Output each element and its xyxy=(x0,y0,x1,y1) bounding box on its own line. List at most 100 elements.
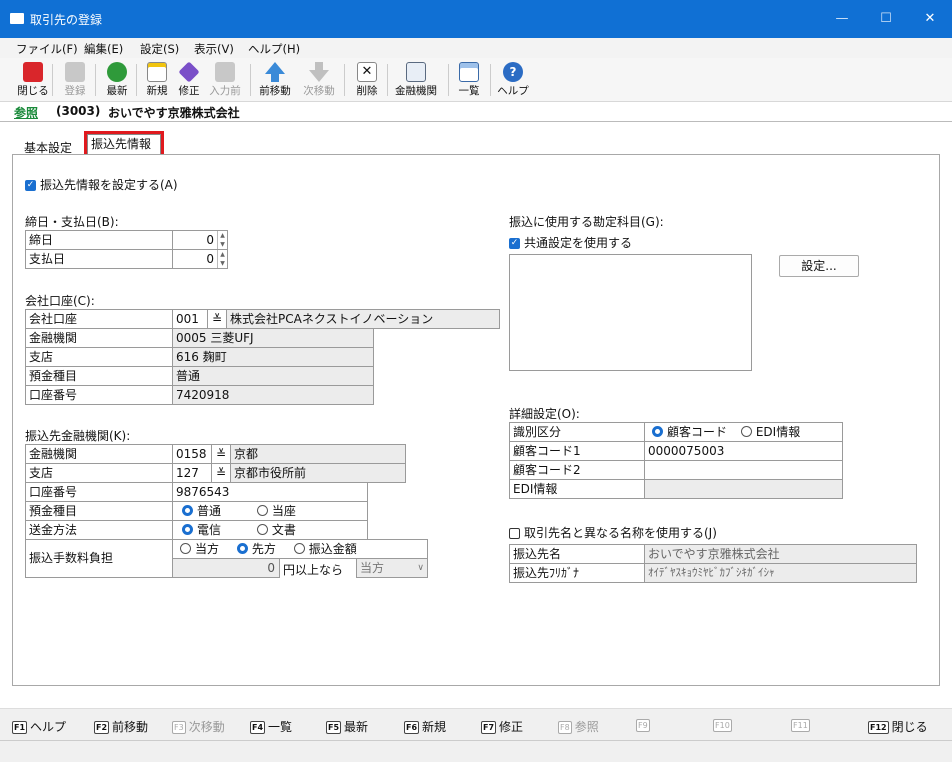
company-account-name: 株式会社PCAネクストイノベーション xyxy=(226,309,500,329)
payment-day-label: 支払日 xyxy=(25,249,173,269)
list-button[interactable]: 一覧 xyxy=(452,60,486,100)
payee-account-input[interactable]: 9876543 xyxy=(172,482,368,502)
customer-code2-input[interactable] xyxy=(644,460,843,480)
payee-bank-code[interactable]: 0158 xyxy=(172,444,212,464)
company-branch-value: 616 麹町 xyxy=(172,347,374,367)
fee-our-side-radio[interactable]: 当方 xyxy=(180,542,219,556)
payee-name-input[interactable]: おいでやす京雅株式会社 xyxy=(644,544,917,564)
close-icon xyxy=(23,62,43,82)
company-account-label: 会社口座 xyxy=(25,309,173,329)
fkey-f10[interactable]: F10 xyxy=(713,718,735,732)
transfer-method-label: 送金方法 xyxy=(25,520,173,540)
toolbar-separator xyxy=(490,64,491,96)
maximize-button[interactable]: ☐ xyxy=(864,0,908,38)
close-button[interactable]: 閉じる xyxy=(16,60,50,100)
fee-select[interactable]: 当方 ∨ xyxy=(356,558,428,578)
method-document-radio[interactable]: 文書 xyxy=(256,523,296,537)
spinner-icon[interactable]: ▲ ▼ xyxy=(217,231,227,249)
subject-settings-button[interactable]: 設定... xyxy=(779,255,859,277)
bank-button[interactable]: 金融機関 xyxy=(394,60,438,100)
refresh-button[interactable]: 最新 xyxy=(100,60,134,100)
toolbar-separator xyxy=(136,64,137,96)
up-arrow-icon xyxy=(265,62,285,82)
deposit-ordinary-radio[interactable]: 普通 xyxy=(182,504,221,518)
fee-amount-radio[interactable]: 振込金額 xyxy=(293,542,357,556)
edit-button[interactable]: 修正 xyxy=(172,60,206,100)
app-icon xyxy=(10,13,24,24)
fkey-f3[interactable]: F3 次移動 xyxy=(172,718,225,735)
radio-selected-icon xyxy=(652,426,663,437)
alt-name-checkbox[interactable]: 取引先名と異なる名称を使用する(J) xyxy=(509,524,717,541)
new-button[interactable]: 新規 xyxy=(140,60,174,100)
toolbar-separator xyxy=(250,64,251,96)
menu-file[interactable]: ファイル(F) xyxy=(16,41,78,57)
fee-threshold-input[interactable]: 0 xyxy=(172,558,280,578)
radio-icon xyxy=(740,426,752,437)
title-bar: 取引先の登録 — ☐ ✕ xyxy=(0,0,952,38)
customer-code1-label: 顧客コード1 xyxy=(509,441,645,461)
next-record-button[interactable]: 次移動 xyxy=(302,60,336,100)
fee-payee-side-radio[interactable]: 先方 xyxy=(236,542,276,556)
status-bar xyxy=(0,740,952,762)
spinner-icon[interactable]: ▲ ▼ xyxy=(217,250,227,268)
fkey-f1[interactable]: F1 ヘルプ xyxy=(12,718,66,735)
minimize-button[interactable]: — xyxy=(820,0,864,38)
menu-view[interactable]: 表示(V) xyxy=(194,41,234,57)
id-type-radios: 顧客コード EDI情報 xyxy=(644,422,843,442)
payee-branch-code[interactable]: 127 xyxy=(172,463,212,483)
payee-bank-name: 京都 xyxy=(230,444,406,464)
detail-title: 詳細設定(O): xyxy=(509,407,580,421)
edit-icon xyxy=(178,61,200,83)
dropdown-icon[interactable]: ≚ xyxy=(211,463,231,483)
help-icon: ? xyxy=(503,62,523,82)
close-window-button[interactable]: ✕ xyxy=(908,0,952,38)
payee-bank-title: 振込先金融機関(K): xyxy=(25,429,131,443)
fkey-f4[interactable]: F4 一覧 xyxy=(250,718,292,735)
deposit-checking-radio[interactable]: 当座 xyxy=(256,504,296,518)
company-account-no-value: 7420918 xyxy=(172,385,374,405)
fkey-f8[interactable]: F8 参照 xyxy=(558,718,599,735)
menu-help[interactable]: ヘルプ(H) xyxy=(248,41,300,57)
payment-day-input[interactable]: 0 ▲ ▼ xyxy=(172,249,228,269)
payee-account-label: 口座番号 xyxy=(25,482,173,502)
menu-settings[interactable]: 設定(S) xyxy=(140,41,179,57)
tab-payee-info[interactable]: 振込先情報 xyxy=(87,134,161,154)
common-setting-checkbox[interactable]: ✓ 共通設定を使用する xyxy=(509,234,632,251)
chevron-down-icon: ∨ xyxy=(417,563,424,573)
bank-icon xyxy=(406,62,426,82)
function-key-bar: F1 ヘルプ F2 前移動 F3 次移動 F4 一覧 F5 最新 F6 新規 F7 修正 F8… xyxy=(0,708,952,740)
fkey-f7[interactable]: F7 修正 xyxy=(481,718,523,735)
prev-record-button[interactable]: 前移動 xyxy=(258,60,292,100)
fkey-f2[interactable]: F2 前移動 xyxy=(94,718,148,735)
closing-day-input[interactable]: 0 ▲ ▼ xyxy=(172,230,228,250)
fkey-f6[interactable]: F6 新規 xyxy=(404,718,446,735)
menu-edit[interactable]: 編集(E) xyxy=(84,41,123,57)
register-button[interactable]: 登録 xyxy=(58,60,92,100)
edi-info-input[interactable] xyxy=(644,479,843,499)
fkey-f5[interactable]: F5 最新 xyxy=(326,718,368,735)
id-edi-radio[interactable]: EDI情報 xyxy=(740,425,800,439)
toolbar-separator xyxy=(387,64,388,96)
customer-code1-input[interactable]: 0000075003 xyxy=(644,441,843,461)
undo-button[interactable]: 入力前 xyxy=(208,60,242,100)
id-customer-code-radio[interactable]: 顧客コード xyxy=(652,425,727,439)
help-button[interactable]: ? ヘルプ xyxy=(496,60,530,100)
payee-kana-input[interactable]: ｵｲﾃﾞﾔｽｷｮｳﾐﾔﾋﾞｶﾌﾞｼｷｶﾞｲｼｬ xyxy=(644,563,917,583)
reference-label: 参照 xyxy=(14,106,39,120)
delete-icon: ✕ xyxy=(357,62,377,82)
method-telegraph-radio[interactable]: 電信 xyxy=(182,523,221,537)
payee-branch-label: 支店 xyxy=(25,463,173,483)
dropdown-icon[interactable]: ≚ xyxy=(207,309,227,329)
checkbox-checked-icon: ✓ xyxy=(25,180,36,191)
fkey-f9[interactable]: F9 xyxy=(636,718,653,732)
fkey-f11[interactable]: F11 xyxy=(791,718,813,732)
company-account-code[interactable]: 001 xyxy=(172,309,208,329)
radio-icon xyxy=(256,505,268,516)
fee-burden-radios: 当方 先方 振込金額 xyxy=(172,539,428,559)
dropdown-icon[interactable]: ≚ xyxy=(211,444,231,464)
subject-list[interactable] xyxy=(509,254,752,371)
fkey-f12[interactable]: F12 閉じる xyxy=(868,718,928,735)
down-arrow-icon xyxy=(309,62,329,82)
delete-button[interactable]: ✕ 削除 xyxy=(350,60,384,100)
enable-transfer-checkbox[interactable]: ✓ 振込先情報を設定する(A) xyxy=(25,176,178,193)
